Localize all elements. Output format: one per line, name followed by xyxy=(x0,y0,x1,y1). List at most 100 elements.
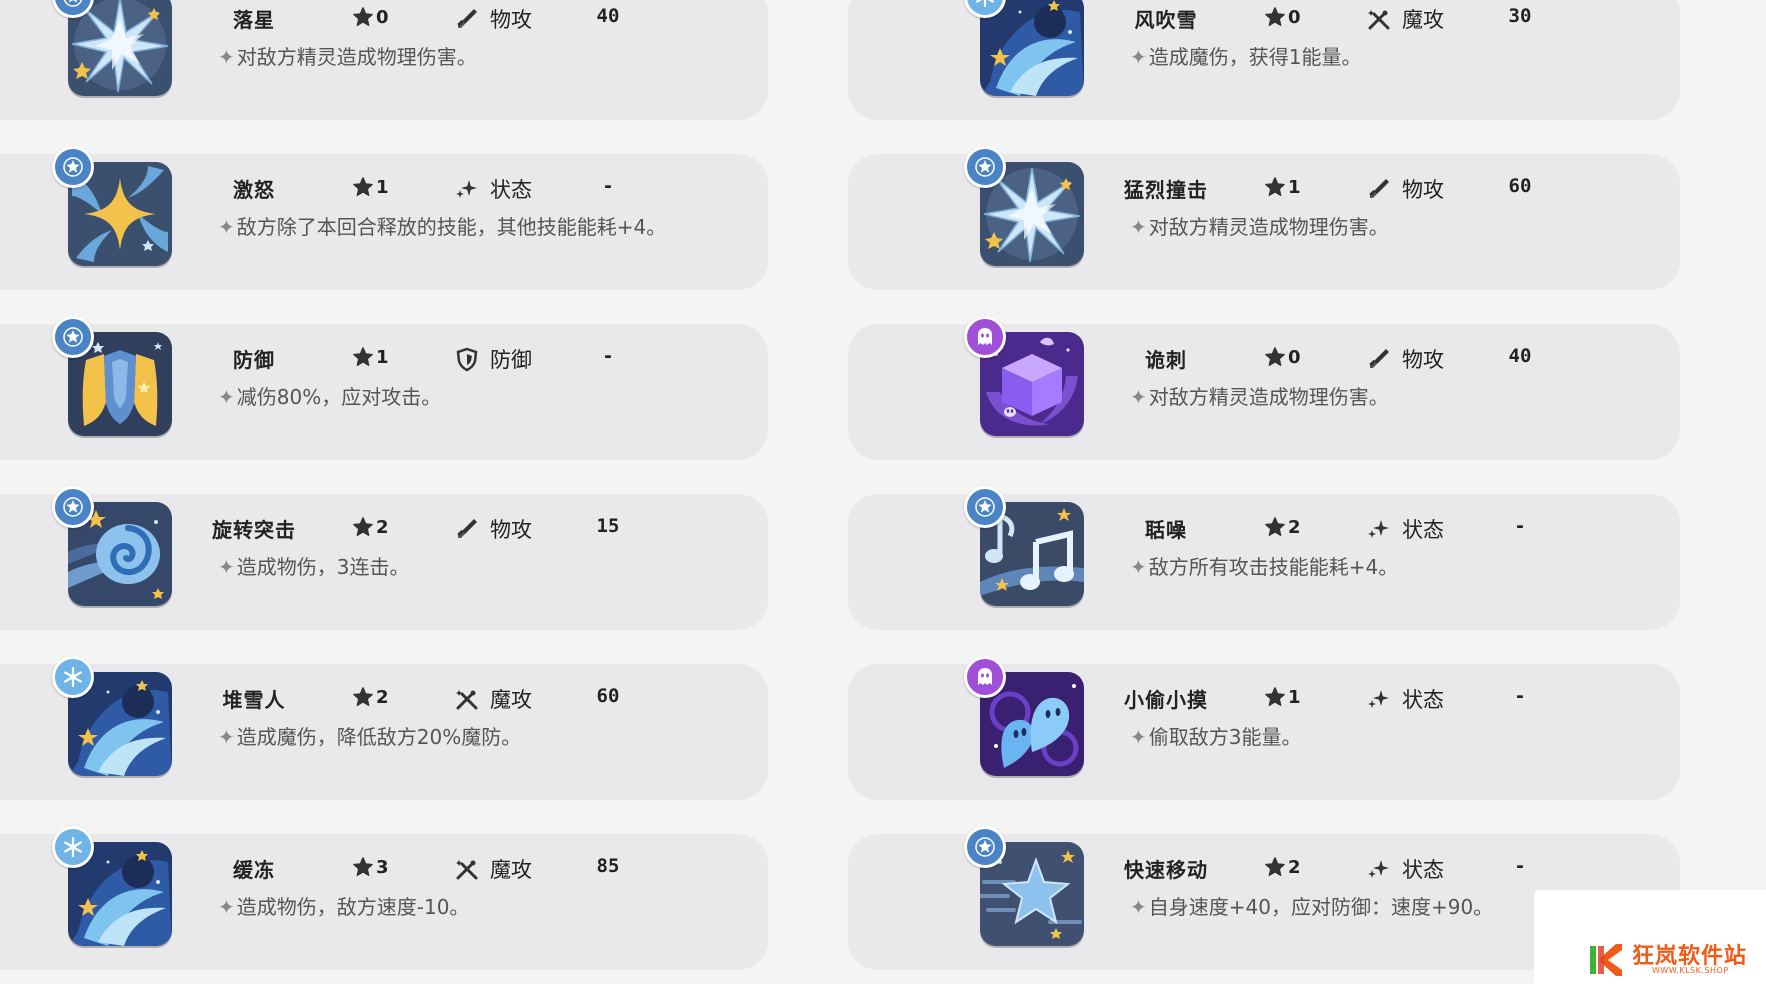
skill-cost-value: 0 xyxy=(376,6,389,28)
skill-type-label: 物攻 xyxy=(490,8,532,32)
skill-cost: 1 xyxy=(352,346,389,368)
skill-name: 缓冻 xyxy=(233,858,275,882)
sword-icon xyxy=(454,6,480,32)
skill-description-text: 偷取敌方3能量。 xyxy=(1148,725,1302,749)
skill-icon xyxy=(52,316,176,440)
skill-cost: 2 xyxy=(1264,856,1301,878)
skill-icon xyxy=(964,656,1088,780)
bullet-icon: ✦ xyxy=(218,895,235,919)
skill-cost-value: 2 xyxy=(376,686,389,708)
skill-description: ✦ 造成魔伤，获得1能量。 xyxy=(1130,41,1362,70)
sword-icon xyxy=(1366,176,1392,202)
skill-cost-value: 1 xyxy=(1288,176,1301,198)
skill-icon xyxy=(964,0,1088,100)
skill-cost-value: 2 xyxy=(1288,856,1301,878)
skill-icon xyxy=(964,316,1088,440)
bullet-icon: ✦ xyxy=(218,385,235,409)
skill-description-text: 造成魔伤，降低敌方20%魔防。 xyxy=(236,725,522,749)
skill-icon xyxy=(52,486,176,610)
skill-description-text: 敌方除了本回合释放的技能，其他技能能耗+4。 xyxy=(236,215,667,239)
skill-type: 物攻 xyxy=(454,514,532,544)
skill-type: 魔攻 xyxy=(454,684,532,714)
skill-icon xyxy=(52,656,176,780)
skill-description: ✦ 造成魔伤，降低敌方20%魔防。 xyxy=(218,721,521,750)
skill-cost-value: 2 xyxy=(1288,516,1301,538)
sparkle-icon xyxy=(1366,856,1392,882)
skill-cost: 0 xyxy=(1264,6,1301,28)
skill-description: ✦ 对敌方精灵造成物理伤害。 xyxy=(1130,211,1389,240)
bullet-icon: ✦ xyxy=(218,45,235,69)
skill-type-label: 状态 xyxy=(490,178,532,202)
skill-description: ✦ 对敌方精灵造成物理伤害。 xyxy=(1130,381,1389,410)
shield-icon xyxy=(454,346,480,372)
energy-star-icon xyxy=(352,176,374,198)
skill-type-label: 魔攻 xyxy=(490,858,532,882)
skill-cost: 1 xyxy=(1264,686,1301,708)
skill-description: ✦ 自身速度+40，应对防御：速度+90。 xyxy=(1130,891,1493,920)
skill-type-label: 魔攻 xyxy=(490,688,532,712)
skill-name: 聒噪 xyxy=(1145,518,1187,542)
skill-name: 旋转突击 xyxy=(212,518,296,542)
star-attribute-icon xyxy=(964,826,1006,868)
skill-type-label: 魔攻 xyxy=(1402,8,1444,32)
bullet-icon: ✦ xyxy=(1130,725,1147,749)
snowflake-attribute-icon xyxy=(52,826,94,868)
sparkle-icon xyxy=(454,176,480,202)
skill-name: 小偷小摸 xyxy=(1124,688,1208,712)
skill-type-label: 物攻 xyxy=(1402,178,1444,202)
skill-type: 状态 xyxy=(1366,684,1444,714)
bullet-icon: ✦ xyxy=(1130,895,1147,919)
skill-description-text: 减伤80%，应对攻击。 xyxy=(236,385,442,409)
skill-cost: 1 xyxy=(1264,176,1301,198)
snowflake-attribute-icon xyxy=(52,656,94,698)
skill-description-text: 敌方所有攻击技能能耗+4。 xyxy=(1148,555,1399,579)
skill-power: - xyxy=(1514,515,1526,537)
skill-description-text: 造成魔伤，获得1能量。 xyxy=(1148,45,1362,69)
skill-type: 物攻 xyxy=(1366,174,1444,204)
skill-type: 防御 xyxy=(454,344,532,374)
skill-icon xyxy=(52,826,176,950)
bullet-icon: ✦ xyxy=(1130,215,1147,239)
sword-icon xyxy=(1366,346,1392,372)
ghost-attribute-icon xyxy=(964,316,1006,358)
energy-star-icon xyxy=(1264,346,1286,368)
star-attribute-icon xyxy=(52,486,94,528)
skill-type: 状态 xyxy=(454,174,532,204)
bullet-icon: ✦ xyxy=(218,215,235,239)
skill-description-text: 对敌方精灵造成物理伤害。 xyxy=(1148,385,1389,409)
energy-star-icon xyxy=(1264,176,1286,198)
skill-description: ✦ 对敌方精灵造成物理伤害。 xyxy=(218,41,477,70)
skill-icon xyxy=(964,146,1088,270)
skill-name: 堆雪人 xyxy=(222,688,286,712)
skill-name: 风吹雪 xyxy=(1134,8,1198,32)
skill-cost-value: 1 xyxy=(1288,686,1301,708)
energy-star-icon xyxy=(352,346,374,368)
skill-description: ✦ 减伤80%，应对攻击。 xyxy=(218,381,441,410)
skill-description-text: 对敌方精灵造成物理伤害。 xyxy=(1148,215,1389,239)
skill-power: 30 xyxy=(1508,5,1532,27)
skill-cost-value: 2 xyxy=(376,516,389,538)
skill-name: 快速移动 xyxy=(1124,858,1208,882)
sparkle-icon xyxy=(1366,686,1392,712)
skill-icon xyxy=(964,486,1088,610)
skill-type: 状态 xyxy=(1366,854,1444,884)
skill-power: - xyxy=(1514,855,1526,877)
skill-type-label: 状态 xyxy=(1402,518,1444,542)
energy-star-icon xyxy=(1264,686,1286,708)
skill-cost-value: 1 xyxy=(376,176,389,198)
skill-power: 40 xyxy=(1508,345,1532,367)
energy-star-icon xyxy=(1264,516,1286,538)
skill-name: 激怒 xyxy=(233,178,275,202)
skill-cost: 2 xyxy=(352,516,389,538)
skill-power: 40 xyxy=(596,5,620,27)
skill-name: 落星 xyxy=(233,8,275,32)
skill-grid: 落星 0 物攻 40 ✦ 对敌方精灵造成物理伤害。 风吹雪 0 魔攻 30 ✦ 造成魔伤，获得1能量… xyxy=(0,0,1766,984)
skill-cost-value: 0 xyxy=(1288,346,1301,368)
wand-icon xyxy=(1366,6,1392,32)
wand-icon xyxy=(454,686,480,712)
skill-cost-value: 3 xyxy=(376,856,389,878)
energy-star-icon xyxy=(352,686,374,708)
skill-cost: 3 xyxy=(352,856,389,878)
skill-type-label: 物攻 xyxy=(490,518,532,542)
skill-power: 60 xyxy=(596,685,620,707)
